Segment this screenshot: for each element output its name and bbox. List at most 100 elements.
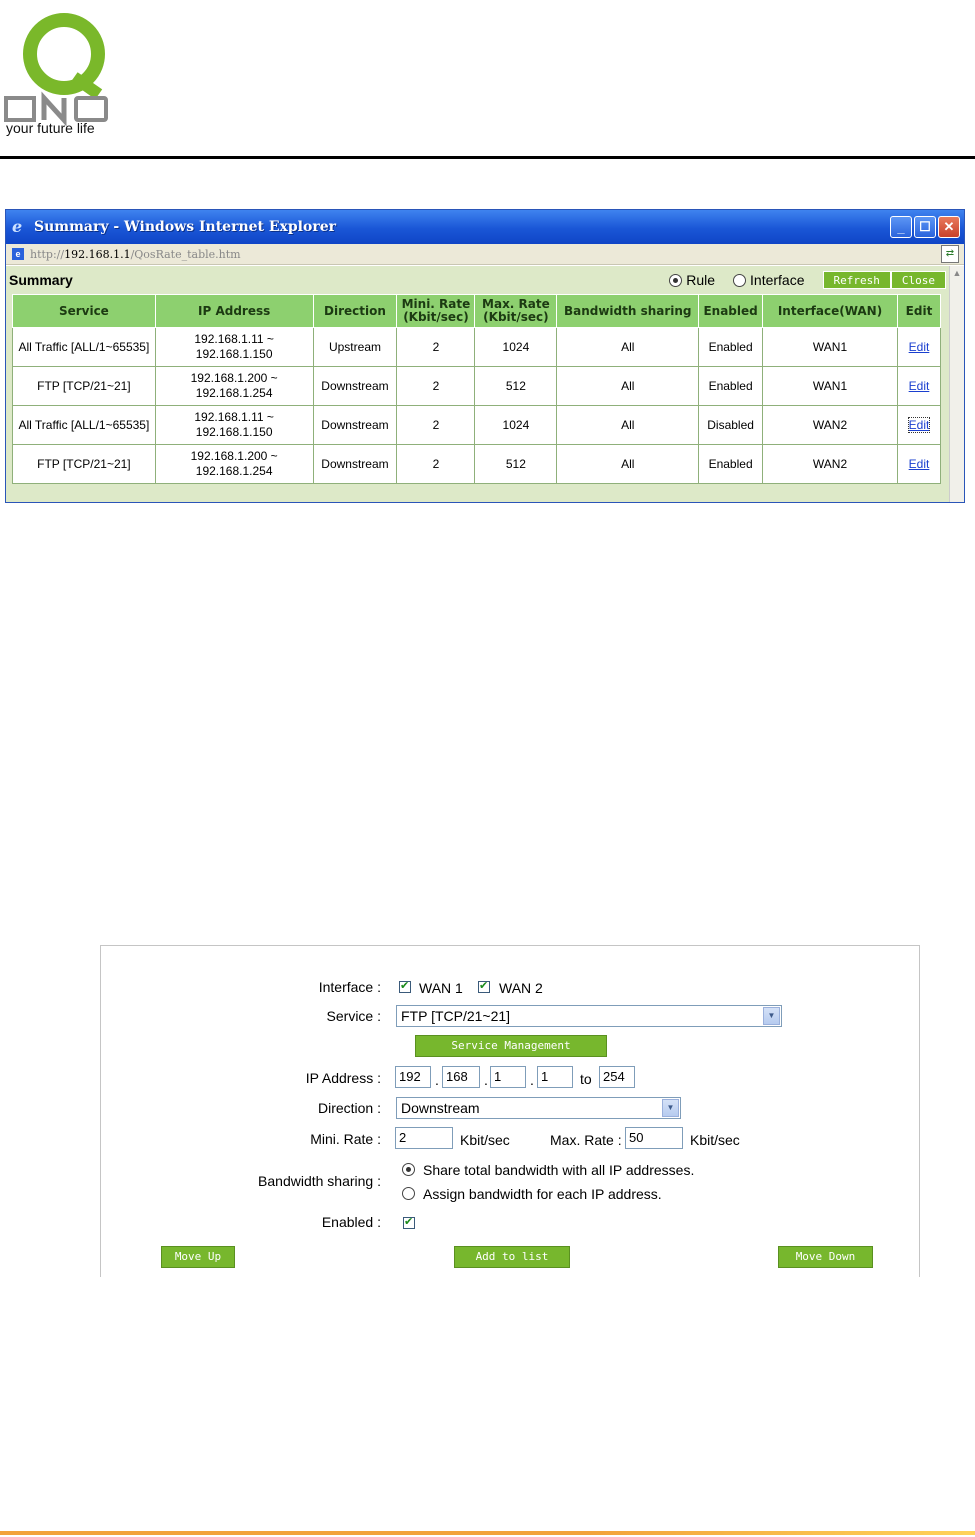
cell-max-rate: 1024 [474, 327, 558, 367]
ip-to-label: to [580, 1071, 592, 1087]
ip-dot: . [530, 1072, 534, 1088]
service-management-button[interactable]: Service Management [415, 1035, 607, 1057]
cell-ip: 192.168.1.11 ~ 192.168.1.150 [154, 405, 314, 445]
wan1-label: WAN 1 [419, 980, 463, 996]
cell-ip: 192.168.1.11 ~ 192.168.1.150 [154, 327, 314, 367]
cell-max-rate: 1024 [474, 405, 558, 445]
summary-title: Summary [9, 272, 73, 288]
cell-direction: Downstream [312, 405, 398, 445]
cell-sharing: All [556, 327, 700, 367]
ip-octet-1-input[interactable]: 192 [395, 1066, 431, 1088]
service-label: Service : [326, 1008, 381, 1024]
service-select[interactable]: FTP [TCP/21~21] ▼ [396, 1005, 782, 1027]
share-total-label: Share total bandwidth with all IP addres… [423, 1162, 695, 1178]
wan1-checkbox[interactable] [399, 979, 411, 993]
cell-enabled: Disabled [698, 405, 764, 445]
rule-radio-label: Rule [686, 272, 716, 288]
ip-dot: . [484, 1072, 488, 1088]
summary-window: e Summary - Windows Internet Explorer _ … [5, 209, 965, 503]
wan2-checkbox[interactable] [478, 979, 490, 993]
col-header: Max. Rate (Kbit/sec) [474, 294, 558, 328]
direction-select-value: Downstream [401, 1100, 480, 1116]
cell-sharing: All [556, 366, 700, 406]
edit-link[interactable]: Edit [907, 416, 931, 433]
ip-dot: . [435, 1072, 439, 1088]
col-header: Enabled [698, 294, 764, 328]
footer-divider [0, 1531, 975, 1535]
cell-ip: 192.168.1.200 ~ 192.168.1.254 [154, 366, 314, 406]
direction-select[interactable]: Downstream ▼ [396, 1097, 681, 1119]
cell-direction: Downstream [312, 366, 398, 406]
table-row: FTP [TCP/21~21] 192.168.1.200 ~ 192.168.… [12, 444, 942, 484]
window-titlebar[interactable]: e Summary - Windows Internet Explorer _ … [6, 210, 964, 244]
rule-radio[interactable] [669, 273, 683, 287]
rules-table: Service IP Address Direction Mini. Rate … [12, 294, 942, 484]
move-down-button[interactable]: Move Down [778, 1246, 873, 1268]
enabled-label: Enabled : [321, 1214, 381, 1230]
assign-each-label: Assign bandwidth for each IP address. [423, 1186, 662, 1202]
window-title: Summary - Windows Internet Explorer [34, 219, 336, 235]
chevron-down-icon: ▼ [662, 1099, 679, 1117]
header-divider [0, 156, 975, 159]
address-bar[interactable]: e http://192.168.1.1/QosRate_table.htm ⇄ [6, 244, 964, 265]
close-window-button[interactable]: ✕ [938, 216, 960, 238]
max-rate-unit: Kbit/sec [690, 1132, 740, 1148]
wan2-label: WAN 2 [499, 980, 543, 996]
interface-radio-label: Interface [750, 272, 805, 288]
address-url[interactable]: http://192.168.1.1/QosRate_table.htm [30, 248, 241, 261]
cell-ip: 192.168.1.200 ~ 192.168.1.254 [154, 444, 314, 484]
col-header: Edit [896, 294, 942, 328]
mini-rate-input[interactable]: 2 [395, 1127, 453, 1149]
edit-link[interactable]: Edit [909, 379, 930, 393]
service-select-value: FTP [TCP/21~21] [401, 1008, 511, 1024]
cell-sharing: All [556, 444, 700, 484]
ie-logo-icon: e [12, 217, 23, 236]
cell-wan: WAN2 [762, 444, 898, 484]
max-rate-input[interactable]: 50 [625, 1127, 683, 1149]
vertical-scrollbar[interactable]: ▲ [949, 266, 964, 502]
minimize-button[interactable]: _ [890, 216, 912, 238]
col-header: Interface(WAN) [762, 294, 898, 328]
cell-service: All Traffic [ALL/1~65535] [12, 327, 156, 367]
cell-enabled: Enabled [698, 327, 764, 367]
cell-direction: Upstream [312, 327, 398, 367]
cell-enabled: Enabled [698, 366, 764, 406]
col-header: IP Address [154, 294, 314, 328]
interface-label: Interface : [318, 979, 381, 995]
share-total-radio[interactable] [402, 1163, 415, 1176]
refresh-button[interactable]: Refresh [822, 271, 891, 289]
interface-radio[interactable] [733, 273, 747, 287]
ip-end-input[interactable]: 254 [599, 1066, 635, 1088]
add-to-list-button[interactable]: Add to list [454, 1246, 570, 1268]
close-button[interactable]: Close [890, 271, 946, 289]
ip-octet-4-input[interactable]: 1 [537, 1066, 573, 1088]
cell-min-rate: 2 [396, 444, 476, 484]
mini-rate-label: Mini. Rate : [310, 1131, 381, 1147]
qos-rule-form: Interface : WAN 1 WAN 2 Service : FTP [T… [100, 945, 920, 1277]
move-up-button[interactable]: Move Up [161, 1246, 235, 1268]
chevron-down-icon: ▼ [763, 1007, 780, 1025]
enabled-checkbox[interactable] [403, 1215, 415, 1229]
cell-service: FTP [TCP/21~21] [12, 366, 156, 406]
cell-sharing: All [556, 405, 700, 445]
summary-content: Summary Rule Interface Refresh Close Ser… [6, 266, 950, 502]
table-row: All Traffic [ALL/1~65535] 192.168.1.11 ~… [12, 327, 942, 367]
table-row: All Traffic [ALL/1~65535] 192.168.1.11 ~… [12, 405, 942, 445]
col-header: Direction [312, 294, 398, 328]
cell-service: All Traffic [ALL/1~65535] [12, 405, 156, 445]
maximize-button[interactable]: ☐ [914, 216, 936, 238]
col-header: Service [12, 294, 156, 328]
edit-link[interactable]: Edit [909, 457, 930, 471]
edit-link[interactable]: Edit [909, 340, 930, 354]
page-refresh-icon[interactable]: ⇄ [941, 245, 959, 263]
cell-min-rate: 2 [396, 405, 476, 445]
cell-min-rate: 2 [396, 327, 476, 367]
page-icon: e [12, 248, 24, 260]
cell-max-rate: 512 [474, 444, 558, 484]
scroll-up-icon[interactable]: ▲ [951, 268, 963, 280]
ip-octet-3-input[interactable]: 1 [490, 1066, 526, 1088]
ip-octet-2-input[interactable]: 168 [442, 1066, 480, 1088]
assign-each-radio[interactable] [402, 1187, 415, 1200]
ip-address-label: IP Address : [305, 1070, 381, 1086]
cell-min-rate: 2 [396, 366, 476, 406]
